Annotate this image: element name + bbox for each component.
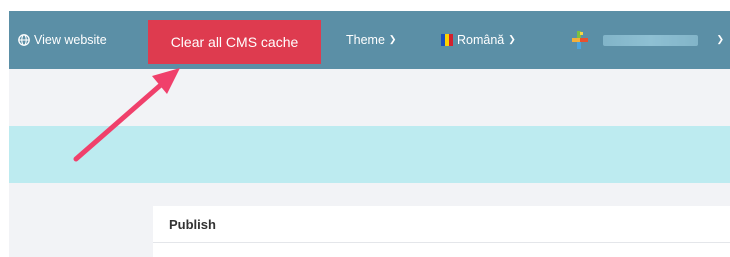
language-dropdown[interactable]: Română ❯ [441,11,516,69]
user-avatar-icon [572,31,588,49]
top-navigation-bar: View website Clear all CMS cache Theme ❯… [9,11,730,69]
panel-title: Publish [153,206,730,243]
theme-label: Theme [346,33,385,47]
globe-icon [18,34,30,46]
notice-bar [9,126,730,183]
chevron-down-icon: ❯ [716,33,724,44]
publish-panel: Publish [153,206,730,257]
admin-screen: View website Clear all CMS cache Theme ❯… [9,11,730,257]
romania-flag-icon [441,34,453,46]
clear-cache-label: Clear all CMS cache [170,34,299,50]
user-menu[interactable]: ❯ [569,11,724,69]
language-label: Română [457,33,505,47]
view-website-link[interactable]: View website [18,11,107,69]
clear-cms-cache-button[interactable]: Clear all CMS cache [148,20,321,64]
user-name [603,34,698,46]
theme-dropdown[interactable]: Theme ❯ [346,11,396,69]
view-website-label: View website [34,33,107,47]
chevron-down-icon: ❯ [388,33,397,44]
chevron-down-icon: ❯ [508,33,516,44]
